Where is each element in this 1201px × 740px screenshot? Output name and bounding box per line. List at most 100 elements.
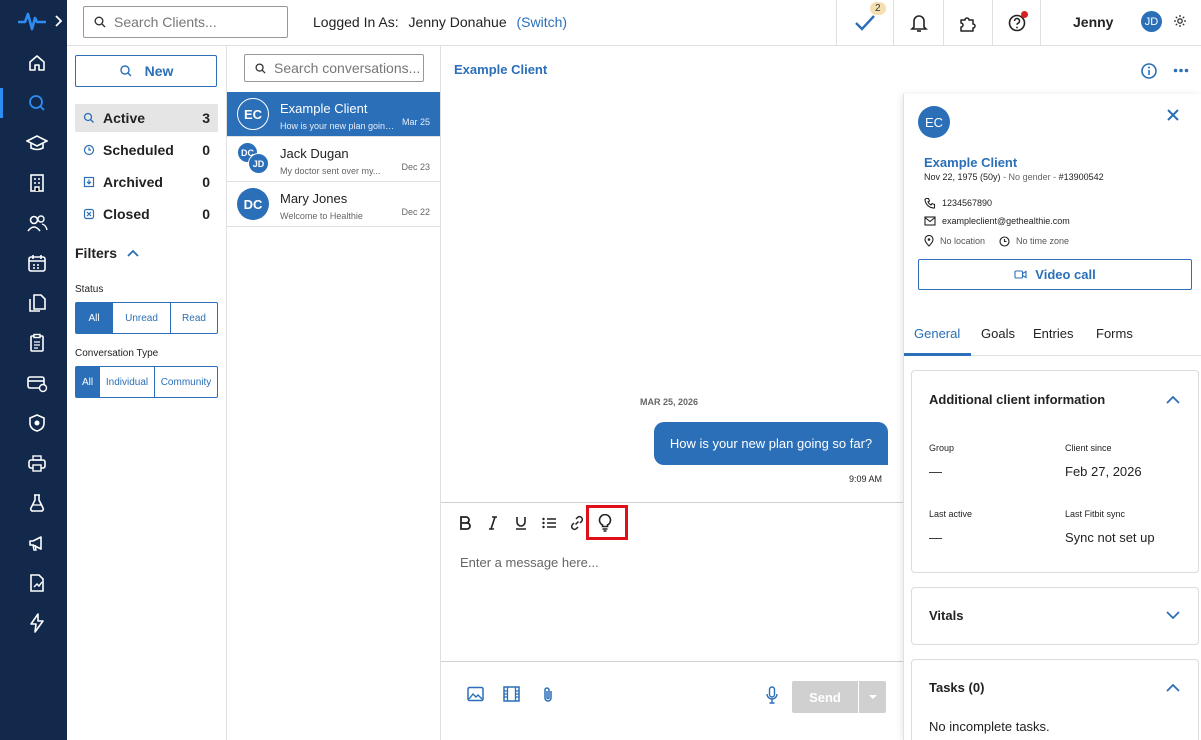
user-avatar[interactable]: JD [1141,11,1162,32]
tasks-button[interactable]: 2 [836,0,893,46]
status-read[interactable]: Read [170,303,217,333]
italic-icon[interactable] [483,513,503,533]
video-call-button[interactable]: Video call [918,259,1192,290]
more-options-icon[interactable] [1173,68,1189,73]
tab-general[interactable]: General [914,326,960,341]
building-icon[interactable] [24,170,50,196]
conversation-folders-panel: New Active 3 Scheduled 0 Archived 0 Clos… [67,46,227,740]
client-email[interactable]: exampleclient@gethealthie.com [942,216,1070,226]
chat-icon[interactable] [24,90,50,116]
microphone-icon[interactable] [765,686,779,704]
calendar-icon[interactable] [24,250,50,276]
notifications-button[interactable] [893,0,943,46]
folder-scheduled[interactable]: Scheduled 0 [75,136,218,164]
client-phone[interactable]: 1234567890 [942,198,992,208]
new-label: New [144,63,174,79]
puzzle-icon [960,17,976,32]
megaphone-icon[interactable] [24,530,50,556]
report-icon[interactable] [24,570,50,596]
list-item[interactable]: DC Mary Jones Welcome to Healthie Dec 22 [227,182,440,227]
tasks-empty-text: No incomplete tasks. [929,719,1050,734]
conversation-search-placeholder: Search conversations... [274,60,421,76]
expand-rail-icon[interactable] [53,14,63,28]
status-all[interactable]: All [76,303,112,333]
conversation-search-input[interactable]: Search conversations... [244,54,424,82]
folder-scheduled-count: 0 [202,142,210,158]
users-icon[interactable] [24,210,50,236]
type-community[interactable]: Community [154,367,217,397]
shield-icon[interactable] [24,410,50,436]
home-icon[interactable] [24,50,50,76]
bullet-list-icon[interactable] [539,513,559,533]
last-active-label: Last active [929,509,973,519]
user-name[interactable]: Jenny [1073,14,1113,30]
send-button[interactable]: Send [792,681,858,713]
filters-toggle[interactable]: Filters [75,245,139,261]
type-individual[interactable]: Individual [99,367,154,397]
switch-user-link[interactable]: (Switch) [517,14,568,30]
message-bubble: How is your new plan going so far? [654,422,888,465]
vitals-card[interactable]: Vitals [911,587,1199,645]
list-item[interactable]: EC Example Client How is your new plan g… [227,92,440,137]
type-all[interactable]: All [76,367,99,397]
video-call-label: Video call [1035,267,1096,282]
paperclip-icon[interactable] [541,686,555,703]
lightbulb-icon[interactable] [595,513,615,533]
chevron-up-icon[interactable] [1166,395,1180,404]
clipboard-icon[interactable] [24,330,50,356]
tab-entries[interactable]: Entries [1033,326,1073,341]
client-gender: - No gender - [1003,172,1057,182]
link-icon[interactable] [567,513,587,533]
printer-icon[interactable] [24,450,50,476]
settings-gear-icon[interactable] [1173,14,1187,28]
app-rail [0,0,67,740]
documents-icon[interactable] [24,290,50,316]
tasks-title[interactable]: Tasks (0) [929,680,984,695]
folder-active-count: 3 [202,110,210,126]
group-value: — [929,464,942,479]
send-options-button[interactable] [859,681,886,713]
billing-icon[interactable] [24,370,50,396]
tasks-card: Tasks (0) No incomplete tasks. [911,659,1199,740]
info-icon[interactable] [1140,62,1158,80]
flask-icon[interactable] [24,490,50,516]
image-icon[interactable] [467,686,484,702]
status-filter: All Unread Read [75,302,218,334]
integrations-button[interactable] [943,0,992,46]
fitbit-label: Last Fitbit sync [1065,509,1126,519]
lightning-icon[interactable] [24,610,50,636]
underline-icon[interactable] [511,513,531,533]
folder-archived[interactable]: Archived 0 [75,168,218,196]
avatar: JD [248,153,269,174]
status-unread[interactable]: Unread [112,303,170,333]
additional-info-title[interactable]: Additional client information [929,392,1105,407]
clock-icon [83,144,95,156]
chevron-down-icon[interactable] [1166,611,1180,620]
tab-goals[interactable]: Goals [981,326,1015,341]
graduation-cap-icon[interactable] [24,130,50,156]
new-conversation-button[interactable]: New [75,55,217,87]
bold-icon[interactable] [455,513,475,533]
message-input[interactable]: Enter a message here... [460,555,599,570]
folder-active[interactable]: Active 3 [75,104,218,132]
folder-closed[interactable]: Closed 0 [75,200,218,228]
folder-archived-label: Archived [103,174,163,190]
chat-title[interactable]: Example Client [454,62,547,77]
folder-archived-count: 0 [202,174,210,190]
tab-underline [904,353,971,356]
healthie-logo-icon[interactable] [18,10,46,32]
close-icon[interactable] [1166,108,1180,122]
client-location-row: No location No time zone [924,235,1069,247]
client-name[interactable]: Example Client [924,155,1017,170]
chevron-up-icon[interactable] [1166,683,1180,692]
status-filter-label: Status [75,284,104,295]
list-item[interactable]: DC JD Jack Dugan My doctor sent over my.… [227,137,440,182]
video-icon[interactable] [503,686,520,702]
logged-in-label: Logged In As: [313,14,399,30]
client-search-input[interactable]: Search Clients... [83,6,288,38]
tasks-badge: 2 [870,2,886,15]
vitals-title: Vitals [929,608,964,623]
help-button[interactable] [992,0,1041,46]
closed-icon [83,208,95,220]
tab-forms[interactable]: Forms [1096,326,1133,341]
